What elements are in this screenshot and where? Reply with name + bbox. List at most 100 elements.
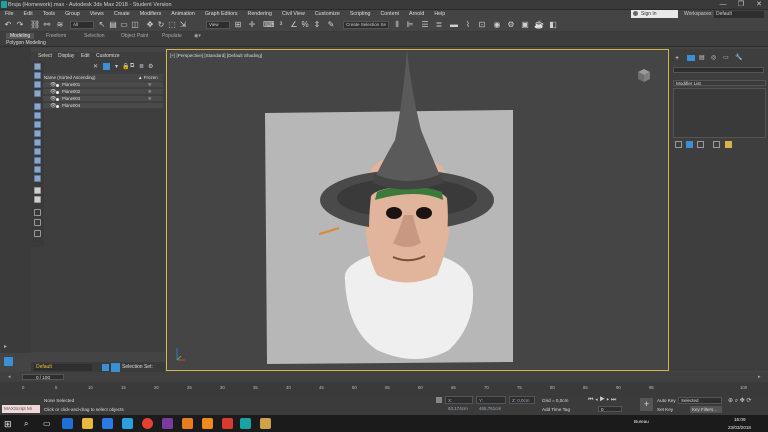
- remove-modifier-icon[interactable]: [713, 141, 720, 148]
- curve-editor-icon[interactable]: ⌇: [463, 20, 473, 30]
- explorer-menu-edit[interactable]: Edit: [81, 53, 90, 59]
- display-tab-icon[interactable]: ▭: [723, 54, 729, 61]
- bind-space-warp-icon[interactable]: ≋: [55, 20, 65, 30]
- cameras-filter-icon[interactable]: [34, 121, 41, 128]
- hierarchy-tab-icon[interactable]: ▤: [699, 54, 705, 61]
- tab-freeform[interactable]: Freeform: [46, 33, 66, 39]
- angle-snap-icon[interactable]: ∠: [289, 20, 299, 30]
- filter-clear-icon[interactable]: ✕: [93, 63, 98, 70]
- motion-tab-icon[interactable]: ◎: [711, 54, 716, 61]
- mail-icon[interactable]: [122, 418, 133, 429]
- scene-row[interactable]: 👁 Plane004: [43, 103, 163, 109]
- create-tab-icon[interactable]: +: [675, 55, 679, 62]
- menu-civil-view[interactable]: Civil View: [277, 10, 310, 19]
- filter-funnel-icon[interactable]: [103, 63, 110, 70]
- menu-content[interactable]: Content: [375, 10, 404, 19]
- menu-tools[interactable]: Tools: [38, 10, 60, 19]
- perspective-viewport[interactable]: [+] [Perspective] [Standard] [Default Sh…: [166, 49, 669, 371]
- lock-icon[interactable]: 🔒: [122, 63, 129, 70]
- ribbon-toggle-icon[interactable]: ▬: [449, 20, 459, 30]
- rendered-frame-window-icon[interactable]: ▣: [520, 20, 530, 30]
- object-name-field[interactable]: [673, 67, 764, 73]
- freeze-toggle[interactable]: ❄: [148, 89, 152, 95]
- collapse-icon[interactable]: [34, 230, 41, 237]
- schematic-view-icon[interactable]: ⊡: [477, 20, 487, 30]
- display-none-icon[interactable]: [34, 63, 41, 70]
- app-icon[interactable]: [260, 418, 271, 429]
- display-all-icon[interactable]: [34, 72, 41, 79]
- freeze-toggle[interactable]: ❄: [148, 82, 152, 88]
- select-and-rotate-icon[interactable]: ↻: [156, 20, 166, 30]
- menu-animation[interactable]: Animation: [166, 10, 200, 19]
- select-and-scale-icon[interactable]: ⬚: [167, 20, 177, 30]
- tab-object-paint[interactable]: Object Paint: [121, 33, 148, 39]
- store-icon[interactable]: [102, 418, 113, 429]
- menu-edit[interactable]: Edit: [19, 10, 38, 19]
- align-icon[interactable]: ⊫: [405, 20, 415, 30]
- select-by-name-icon[interactable]: ▤: [108, 20, 118, 30]
- menu-group[interactable]: Group: [60, 10, 85, 19]
- modify-tab-icon[interactable]: [687, 55, 695, 61]
- link-icon[interactable]: ⛓: [30, 20, 40, 30]
- menu-file[interactable]: File: [0, 10, 19, 19]
- menu-customize[interactable]: Customize: [310, 10, 345, 19]
- slider-prev-icon[interactable]: ◂: [8, 374, 11, 380]
- search-icon[interactable]: ⌕: [24, 419, 28, 429]
- x-coordinate-field[interactable]: X: 63,174cm: [445, 396, 473, 411]
- viewport-nav-controls[interactable]: ⊕ ⌕ ✥ ⟳: [728, 397, 751, 405]
- menu-modifiers[interactable]: Modifiers: [135, 10, 167, 19]
- app-icon[interactable]: [182, 418, 193, 429]
- key-filters-button[interactable]: Key Filters...: [690, 406, 722, 413]
- explorer-menu-customize[interactable]: Customize: [96, 53, 120, 59]
- workspace-dropdown[interactable]: Default: [714, 11, 764, 18]
- maxscript-listener[interactable]: MAXScript Mi: [2, 405, 40, 413]
- polygon-modeling-label[interactable]: Polygon Modeling: [6, 40, 46, 46]
- ribbon-options-icon[interactable]: ◉▾: [194, 33, 201, 39]
- show-end-result-icon[interactable]: [686, 141, 693, 148]
- vlc-icon[interactable]: [202, 418, 213, 429]
- task-view-icon[interactable]: ▭: [43, 419, 51, 428]
- menu-scripting[interactable]: Scripting: [345, 10, 376, 19]
- menu-rendering[interactable]: Rendering: [243, 10, 277, 19]
- tab-modeling[interactable]: Modeling: [6, 33, 35, 39]
- display-invert-icon[interactable]: [34, 81, 41, 88]
- options-icon[interactable]: ⚙: [148, 63, 153, 70]
- edge-icon[interactable]: [62, 418, 73, 429]
- app-icon[interactable]: [162, 418, 173, 429]
- menu-views[interactable]: Views: [85, 10, 109, 19]
- expand-arrow-icon[interactable]: ▸: [4, 343, 7, 350]
- maximize-button[interactable]: ❐: [732, 0, 750, 10]
- helpers-filter-icon[interactable]: [34, 130, 41, 137]
- bones-filter-icon[interactable]: [34, 166, 41, 173]
- frozen-column-header[interactable]: ▲ Frozen: [138, 75, 158, 80]
- keyboard-shortcut-icon[interactable]: ⌨: [263, 20, 275, 30]
- selection-filter-dropdown[interactable]: All: [70, 21, 94, 29]
- geometry-filter-icon[interactable]: [34, 90, 41, 97]
- viewcube[interactable]: [634, 66, 654, 84]
- scene-row[interactable]: 👁 Plane003 ❄: [43, 96, 163, 102]
- selection-set-icon[interactable]: [111, 363, 120, 372]
- manipulate-icon[interactable]: ✛: [247, 20, 257, 30]
- percent-snap-icon[interactable]: %: [300, 20, 310, 30]
- sign-in-button[interactable]: Sign In: [631, 10, 678, 18]
- layer-dropdown[interactable]: Default: [34, 364, 92, 371]
- app-icon[interactable]: [222, 418, 233, 429]
- material-editor-icon[interactable]: ◉: [492, 20, 502, 30]
- scene-row[interactable]: 👁 Plane002 ❄: [43, 89, 163, 95]
- z-coordinate-field[interactable]: Z: 0,0cm: [509, 396, 535, 404]
- window-crossing-icon[interactable]: ◫: [130, 20, 140, 30]
- render-activeshade-icon[interactable]: ◧: [548, 20, 558, 30]
- unlink-icon[interactable]: ⚯: [42, 20, 52, 30]
- spinner-snap-icon[interactable]: ⇕: [312, 20, 322, 30]
- reference-coordinate-dropdown[interactable]: View: [206, 21, 230, 29]
- render-setup-icon[interactable]: ⚙: [506, 20, 516, 30]
- auto-key-button[interactable]: Auto Key: [657, 398, 676, 403]
- tab-populate[interactable]: Populate: [162, 33, 182, 39]
- name-column-header[interactable]: Name (Sorted Ascending): [44, 75, 96, 80]
- layer-icon[interactable]: ≣: [139, 63, 144, 70]
- snaps-toggle-icon[interactable]: ³: [276, 20, 286, 30]
- containers-filter-icon[interactable]: [34, 175, 41, 182]
- time-slider[interactable]: ◂ ▸: [0, 372, 768, 382]
- set-key-button[interactable]: Set Key: [657, 407, 673, 412]
- menu-create[interactable]: Create: [109, 10, 135, 19]
